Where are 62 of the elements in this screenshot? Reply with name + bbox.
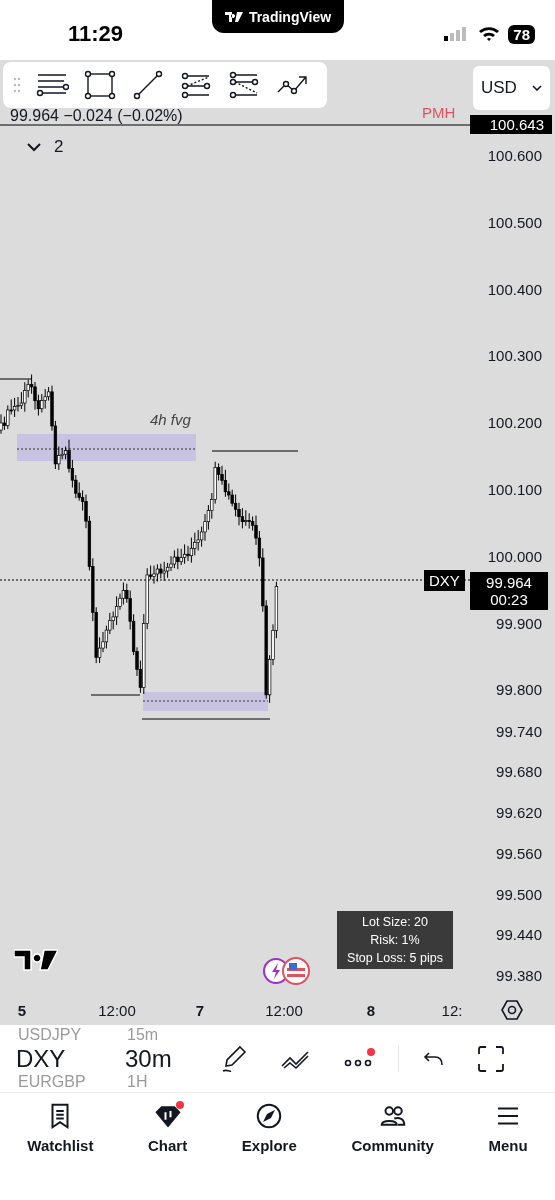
- fullscreen-icon[interactable]: [477, 1044, 505, 1073]
- price-label: 100.500: [487, 213, 542, 231]
- rectangle-icon[interactable]: [83, 68, 117, 102]
- pen-icon[interactable]: [220, 1043, 248, 1074]
- trend-line-icon[interactable]: [131, 68, 165, 102]
- nav-tab[interactable]: Community: [351, 1101, 434, 1171]
- wifi-icon: [478, 26, 501, 42]
- chevron-icon: [532, 85, 542, 91]
- undo-icon[interactable]: [423, 1049, 445, 1068]
- battery-level: 78: [508, 24, 535, 44]
- settings-icon[interactable]: [500, 998, 524, 1022]
- interval-text: 1H: [127, 1073, 148, 1091]
- time-label: 12:00: [265, 1001, 303, 1019]
- price-label: 99.620: [496, 803, 542, 821]
- level-line: [0, 378, 33, 380]
- price-label: 99.900: [496, 614, 542, 632]
- interval-text: 15m: [127, 1026, 159, 1044]
- collapse-button[interactable]: 2: [20, 136, 70, 158]
- time-label: 12:00: [98, 1001, 136, 1019]
- nav-tab[interactable]: Chart: [148, 1101, 188, 1171]
- price-label: 100.000: [487, 547, 542, 565]
- info-text: Stop Loss: 5 pips: [347, 951, 443, 965]
- price-label: 99.680: [496, 762, 542, 780]
- price-tag: 99.964 00:23: [470, 572, 548, 610]
- quote-text: 99.964 −0.024 (−0.02%): [10, 107, 183, 125]
- nav-tab[interactable]: Menu: [488, 1101, 528, 1171]
- us-flag-icon[interactable]: [282, 957, 310, 985]
- drag-handle-icon[interactable]: [13, 77, 21, 93]
- price-label: 99.800: [496, 680, 542, 698]
- symbol-tag: DXY: [424, 570, 465, 591]
- symbol-text: EURGBP: [18, 1073, 86, 1091]
- level-line: [90, 694, 141, 696]
- symbol-button[interactable]: DXY: [16, 1044, 125, 1073]
- price-label: 99.440: [496, 925, 542, 943]
- info-text: Lot Size: 20: [362, 915, 428, 929]
- info-text: Risk: 1%: [370, 933, 420, 947]
- price-label: 100.400: [487, 280, 542, 298]
- symbol-text: USDJPY: [18, 1026, 82, 1044]
- time-label: 12:: [441, 1001, 463, 1019]
- time-label: 8: [366, 1001, 376, 1019]
- pmh-label: PMH: [422, 104, 456, 121]
- time-label: 5: [17, 1001, 27, 1019]
- time-label: 7: [195, 1001, 205, 1019]
- nav-tab[interactable]: Explore: [241, 1101, 297, 1171]
- price-label: 100.100: [487, 480, 542, 498]
- app-pill: TradingView: [212, 0, 344, 33]
- logo-icon: [224, 11, 243, 22]
- price-label: 99.560: [496, 844, 542, 862]
- currency-select[interactable]: USD: [473, 66, 550, 110]
- price-label: 100.600: [487, 146, 542, 164]
- price-label: 100.300: [487, 346, 542, 364]
- chevron-icon: [26, 142, 42, 152]
- nav-tab[interactable]: Watchlist: [27, 1101, 94, 1171]
- price-label: 100.200: [487, 413, 542, 431]
- zone-label: 4h fvg: [150, 411, 191, 428]
- clock-time: 11:29: [68, 21, 124, 47]
- price-label: 99.740: [496, 722, 542, 740]
- price-label: 99.500: [496, 885, 542, 902]
- interval-button[interactable]: 30m: [125, 1044, 220, 1073]
- price-tag: 100.643: [470, 115, 552, 134]
- price-label: 99.380: [496, 966, 542, 984]
- logo-icon: [14, 948, 58, 972]
